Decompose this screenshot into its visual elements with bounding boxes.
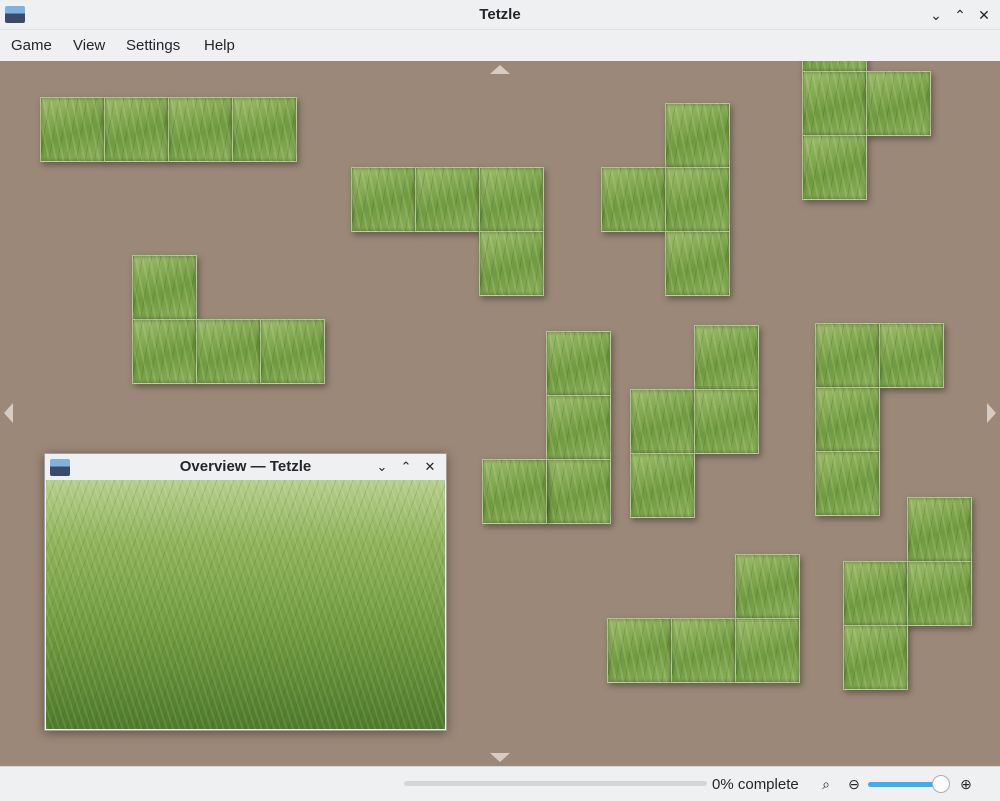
maximize-icon[interactable]: ⌃ [396, 457, 416, 477]
minimize-icon[interactable]: ⌄ [926, 5, 946, 25]
zoom-in-icon[interactable]: ⊕ [958, 776, 974, 792]
scroll-down-icon[interactable] [490, 753, 510, 762]
menu-view[interactable]: View [73, 37, 105, 54]
menu-settings[interactable]: Settings [126, 37, 180, 54]
title-bar: Tetzle ⌄ ⌃ ✕ [0, 0, 1000, 30]
scroll-left-icon[interactable] [4, 403, 13, 423]
close-icon[interactable]: ✕ [420, 457, 440, 477]
progress-bar [404, 781, 707, 786]
progress-text: 0% complete [712, 776, 799, 793]
zoom-slider-handle[interactable] [932, 775, 950, 793]
zoom-out-icon[interactable]: ⊖ [846, 776, 862, 792]
scroll-up-icon[interactable] [490, 65, 510, 74]
overview-image [46, 480, 445, 729]
menu-bar: Game View Settings Help [0, 30, 1000, 62]
overview-title-bar[interactable]: Overview — Tetzle ⌄ ⌃ ✕ [45, 454, 446, 480]
overview-window[interactable]: Overview — Tetzle ⌄ ⌃ ✕ [44, 453, 447, 731]
minimize-icon[interactable]: ⌄ [372, 457, 392, 477]
menu-help[interactable]: Help [204, 37, 235, 54]
scroll-right-icon[interactable] [987, 403, 996, 423]
zoom-slider[interactable] [868, 782, 940, 787]
status-bar: 0% complete ⌕ ⊖ ⊕ [0, 766, 1000, 801]
maximize-icon[interactable]: ⌃ [950, 5, 970, 25]
close-icon[interactable]: ✕ [974, 5, 994, 25]
zoom-fit-icon[interactable]: ⌕ [818, 776, 834, 792]
window-title: Tetzle [479, 6, 521, 23]
menu-game[interactable]: Game [11, 37, 52, 54]
